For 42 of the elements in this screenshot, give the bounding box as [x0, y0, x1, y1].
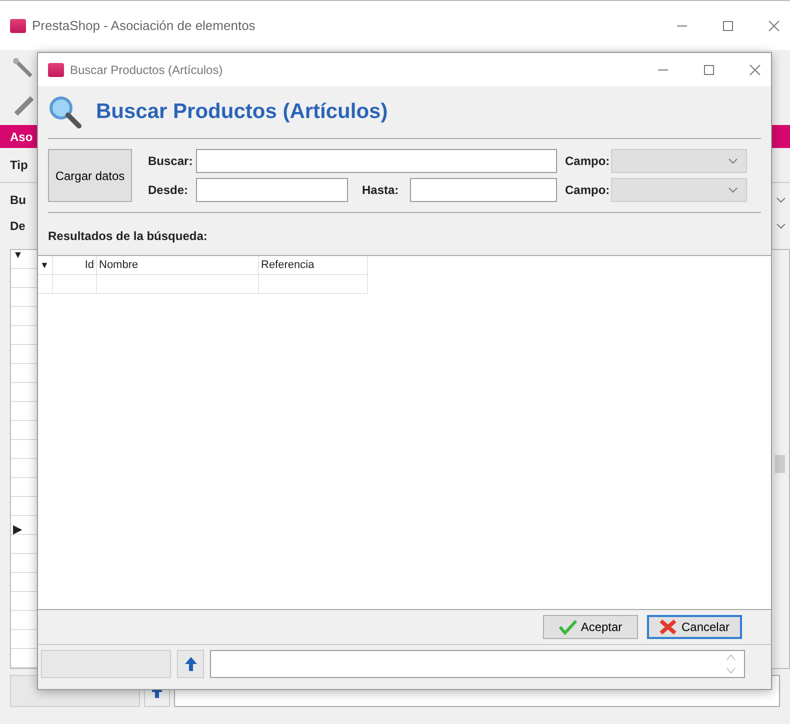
window-title: PrestaShop - Asociación de elementos: [32, 18, 256, 33]
accept-button[interactable]: Aceptar: [543, 615, 638, 639]
section-label: Resultados de la búsqueda:: [47, 228, 208, 245]
app-logo-icon: [10, 18, 26, 32]
chevron-icon[interactable]: [776, 197, 786, 203]
row-marker: ▶: [13, 522, 22, 536]
dialog-title: Buscar Productos (Artículos): [70, 62, 223, 76]
dialog-heading: Buscar Productos (Artículos): [96, 100, 388, 124]
cross-icon: [659, 619, 678, 635]
search-field[interactable]: [196, 149, 557, 173]
from-field[interactable]: [196, 178, 348, 202]
text-field[interactable]: [210, 650, 745, 678]
maximize-icon[interactable]: [703, 64, 715, 76]
checkmark-icon: [558, 619, 577, 635]
chevron-icon: [728, 187, 738, 193]
field-label: Bu: [10, 193, 26, 207]
column-header[interactable]: Id: [53, 256, 97, 275]
search-icon: [48, 95, 82, 129]
field-label: Tip: [10, 158, 28, 172]
to-field[interactable]: [410, 178, 557, 202]
field-label: Buscar:: [147, 154, 194, 168]
maximize-icon[interactable]: [722, 20, 734, 32]
load-data-button[interactable]: Cargar datos: [48, 149, 132, 202]
field-label: Desde:: [147, 183, 190, 197]
row-marker: ▼: [13, 250, 23, 261]
up-button[interactable]: [177, 650, 204, 678]
app-logo-icon: [48, 62, 64, 76]
field-label: Campo:: [564, 154, 611, 168]
column-header[interactable]: Referencia: [259, 256, 368, 275]
column-header[interactable]: Nombre: [97, 256, 259, 275]
field-label: Hasta:: [361, 183, 400, 197]
field-label: De: [10, 219, 26, 233]
scrollbar[interactable]: [773, 250, 789, 668]
up-arrow-icon: [184, 656, 198, 672]
up-arrow-icon: [151, 690, 163, 698]
pencil-icon[interactable]: [12, 94, 36, 118]
close-icon[interactable]: [749, 64, 761, 76]
chevron-icon[interactable]: [776, 223, 786, 229]
close-icon[interactable]: [768, 20, 780, 32]
field-label: Campo:: [564, 183, 611, 197]
cancel-button[interactable]: Cancelar: [647, 615, 742, 639]
chevron-icon: [728, 158, 738, 164]
